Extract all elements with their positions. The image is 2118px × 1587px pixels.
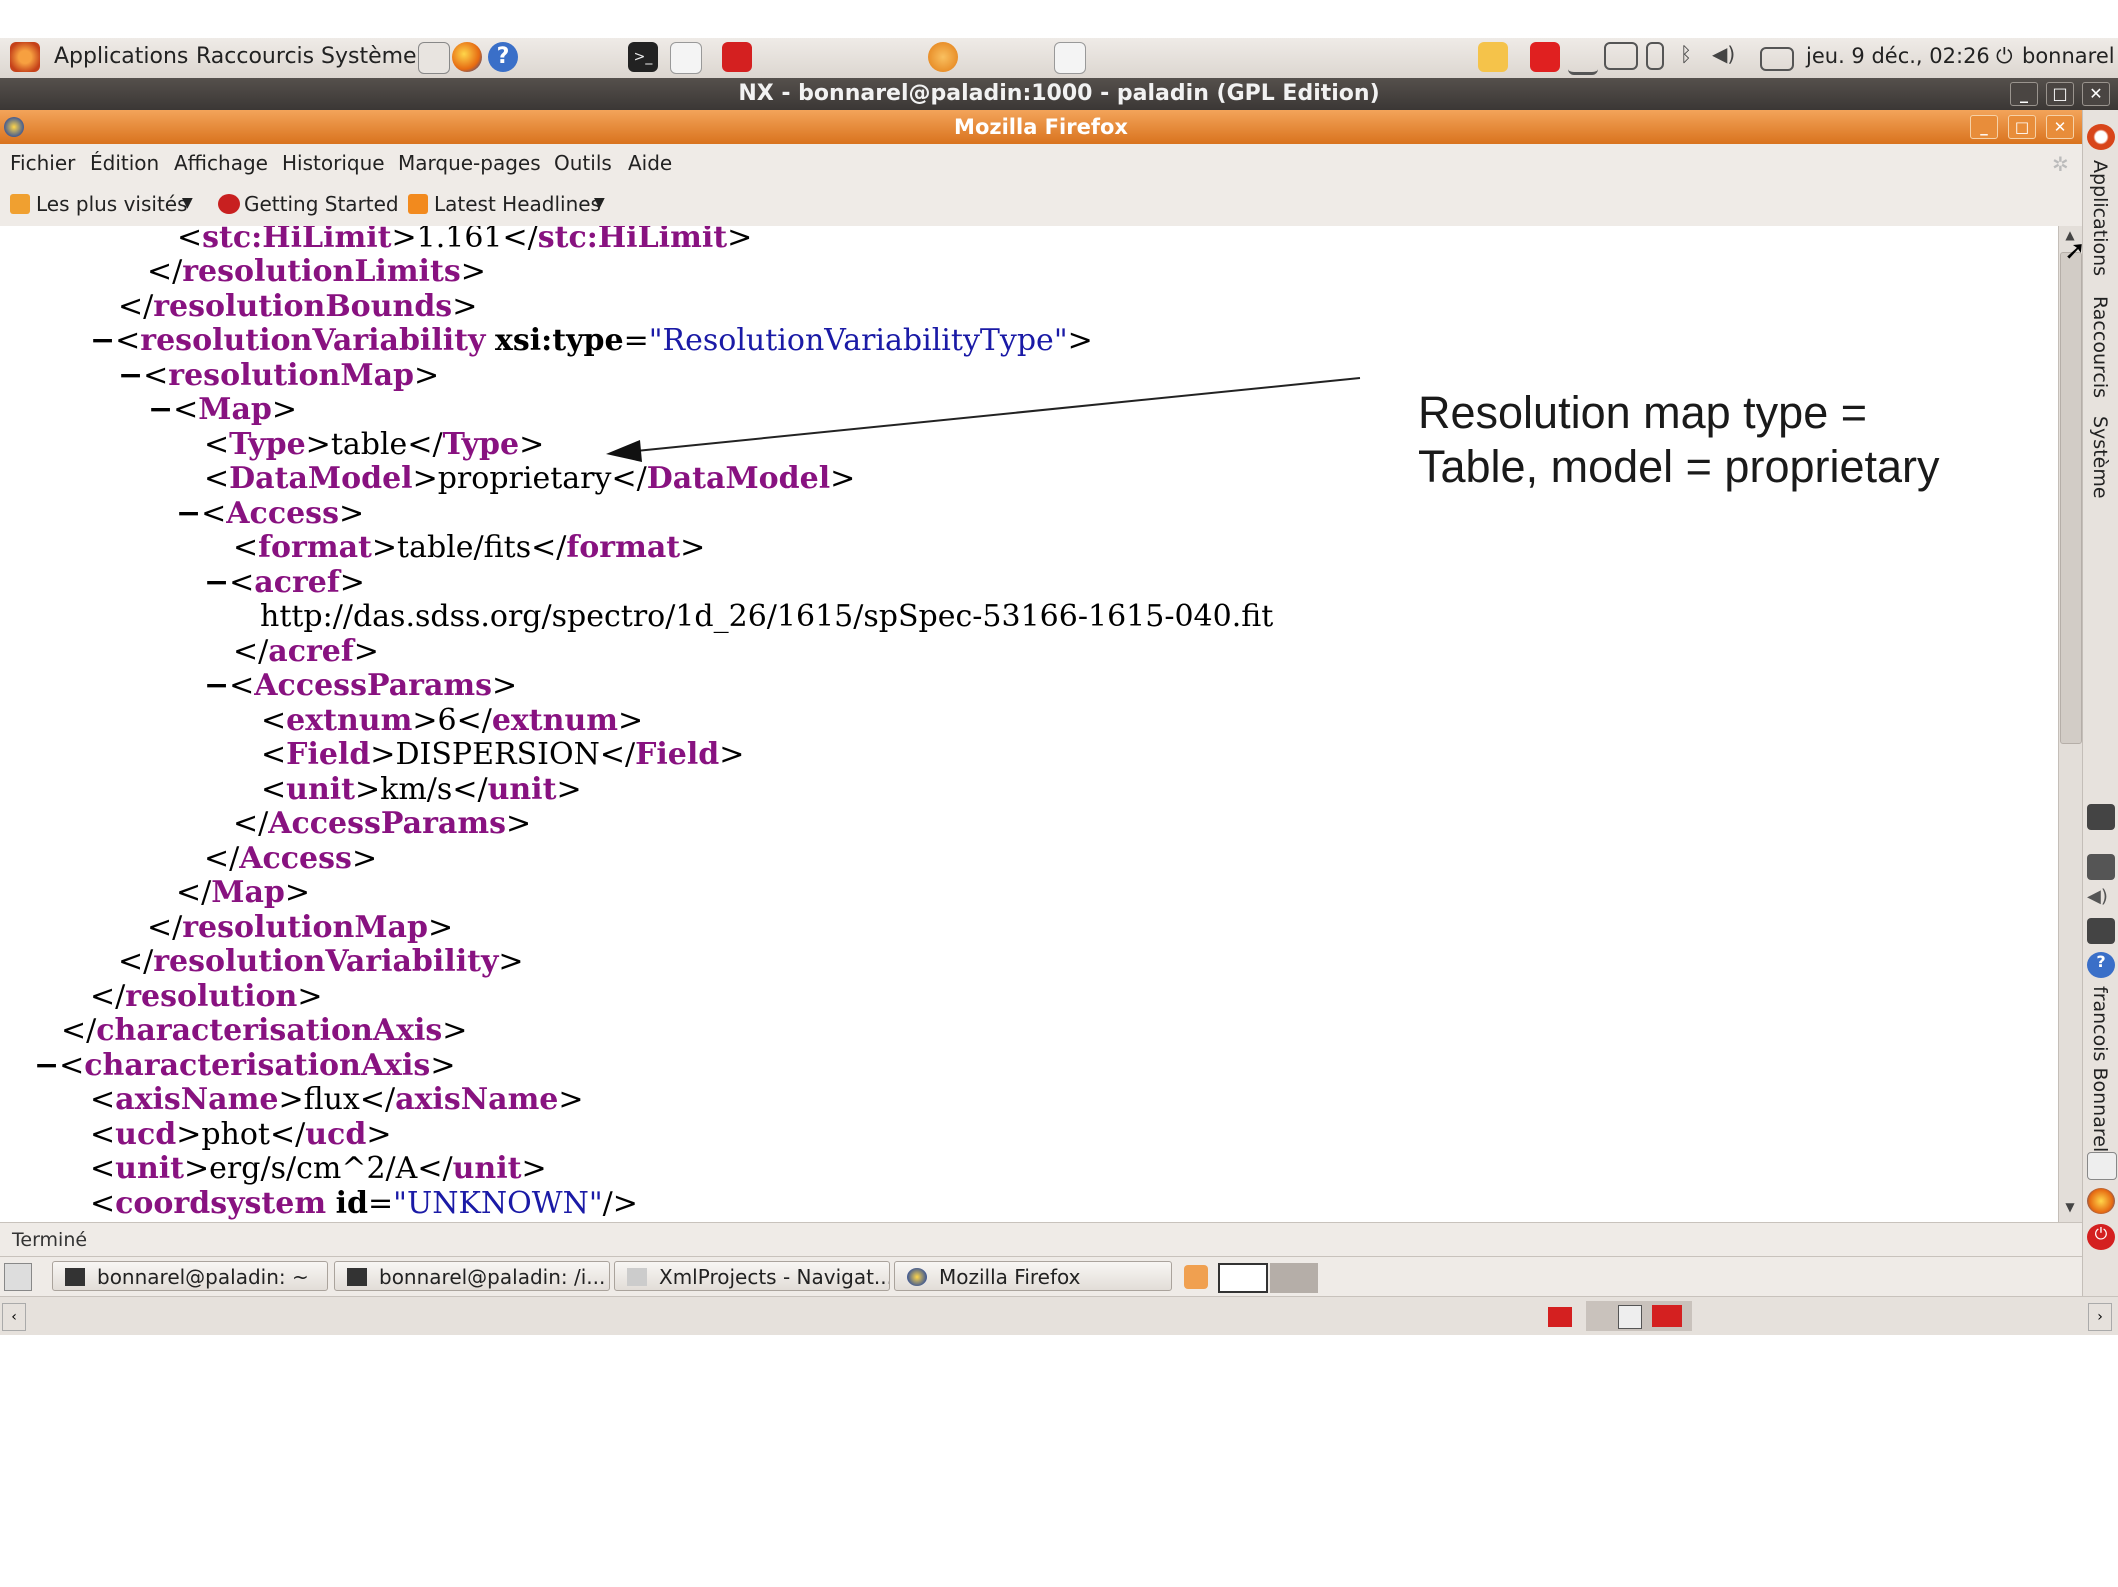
nx-launcher-icon[interactable]: [722, 42, 752, 72]
terminal-launcher-icon[interactable]: >_: [628, 42, 658, 72]
volume-icon[interactable]: ◀): [2087, 886, 2115, 912]
getting-started-icon: [218, 194, 240, 214]
nx-maximize-button[interactable]: □: [2046, 82, 2074, 106]
firefox-maximize-button[interactable]: □: [2008, 115, 2036, 139]
bookmark-les-plus-visites[interactable]: Les plus visités: [36, 192, 188, 216]
scrollbar-thumb[interactable]: [2060, 252, 2082, 744]
smart-folder-icon: [10, 194, 30, 214]
taskbar-item-firefox[interactable]: Mozilla Firefox: [894, 1261, 1172, 1291]
taskbar-item-terminal-2[interactable]: bonnarel@paladin: /i...: [334, 1261, 610, 1291]
firefox-window-title: Mozilla Firefox: [954, 115, 1128, 139]
side-username[interactable]: francois Bonnarel: [2089, 986, 2111, 1152]
menu-marque-pages[interactable]: Marque-pages: [398, 151, 541, 175]
network-signal-icon[interactable]: [1568, 42, 1598, 75]
scroll-down-arrow-icon[interactable]: ▼: [2062, 1200, 2078, 1218]
nx-minimize-button[interactable]: _: [2010, 82, 2038, 106]
update-notifier-icon[interactable]: [928, 42, 958, 72]
right-side-panel: Applications Raccourcis Système ◀) ? fra…: [2082, 110, 2118, 1296]
bottom-taskbar: bonnarel@paladin: ~ bonnarel@paladin: /i…: [0, 1256, 2082, 1297]
firefox-window-icon[interactable]: [4, 117, 24, 137]
terminal-icon[interactable]: [2087, 918, 2115, 944]
panel-menu-systeme[interactable]: Système: [321, 44, 417, 69]
side-menu-applications[interactable]: Applications: [2089, 160, 2111, 276]
show-desktop-icon[interactable]: [4, 1263, 32, 1291]
help-icon[interactable]: ?: [2087, 952, 2115, 978]
bookmark-latest-headlines[interactable]: Latest Headlines: [434, 192, 601, 216]
ubuntu-logo-icon[interactable]: [10, 42, 40, 72]
terminal-icon[interactable]: [2087, 804, 2115, 830]
status-text: Terminé: [12, 1229, 88, 1251]
menu-aide[interactable]: Aide: [628, 151, 672, 175]
firefox-minimize-button[interactable]: _: [1970, 115, 1998, 139]
rss-icon: [408, 194, 428, 214]
workspace-1[interactable]: [1218, 1263, 1268, 1293]
firefox-launcher-icon[interactable]: [452, 42, 482, 72]
document-launcher-icon[interactable]: [1054, 42, 1086, 74]
menu-affichage[interactable]: Affichage: [174, 151, 268, 175]
browser-window-icon: [627, 1268, 647, 1286]
nx-window-title: NX - bonnarel@paladin:1000 - paladin (GP…: [738, 81, 1380, 106]
panel-menu-applications[interactable]: Applications: [54, 44, 188, 69]
volume-icon[interactable]: ◀): [1712, 42, 1736, 72]
nx-bottom-bar: ‹ ›: [0, 1296, 2118, 1335]
mail-icon[interactable]: [2087, 1152, 2117, 1180]
bookmarks-toolbar: Les plus visités ▼ Getting Started Lates…: [0, 182, 2082, 227]
calendar-launcher-icon[interactable]: [418, 42, 450, 74]
terminal-icon: [65, 1268, 85, 1286]
nx-pager-active-icon[interactable]: [1652, 1305, 1682, 1327]
annotation-line: Table, model = proprietary: [1418, 441, 1940, 492]
firefox-titlebar: Mozilla Firefox _ □ ✕: [0, 110, 2082, 144]
panel-menu-raccourcis[interactable]: Raccourcis: [196, 44, 314, 69]
taskbar-item-terminal-1[interactable]: bonnarel@paladin: ~: [52, 1261, 328, 1291]
ubuntu-logo-icon[interactable]: [2087, 124, 2115, 150]
taskbar-item-xmlprojects[interactable]: XmlProjects - Navigat...: [614, 1261, 890, 1291]
chevron-right-icon[interactable]: ›: [2088, 1303, 2112, 1331]
throbber-icon: ✲: [2052, 152, 2069, 176]
nx-pager-cell[interactable]: [1618, 1305, 1642, 1329]
side-menu-raccourcis[interactable]: Raccourcis: [2089, 296, 2111, 398]
gnome-top-panel: Applications Raccourcis Système ? >_ ᛒ ◀…: [0, 38, 2118, 79]
annotation-line: Resolution map type =: [1418, 387, 1868, 438]
terminal-icon: [347, 1268, 367, 1286]
panel-clock[interactable]: jeu. 9 déc., 02:26: [1806, 44, 1990, 68]
display-icon[interactable]: [1604, 42, 1638, 70]
folder-icon[interactable]: [1478, 42, 1508, 72]
menu-fichier[interactable]: Fichier: [10, 151, 75, 175]
workspace-2[interactable]: [1270, 1263, 1318, 1293]
xml-document-view: <stc:HiLimit>1.161</stc:HiLimit> </resol…: [0, 226, 2058, 1222]
bookmark-getting-started[interactable]: Getting Started: [244, 192, 399, 216]
power-icon[interactable]: ⏻: [2087, 1224, 2115, 1250]
power-icon[interactable]: ⏻: [1996, 44, 2013, 69]
firefox-menubar: Fichier Édition Affichage Historique Mar…: [0, 144, 2082, 182]
annotation-callout: Resolution map type = Table, model = pro…: [1418, 386, 2018, 494]
menu-edition[interactable]: Édition: [90, 151, 159, 175]
chevron-down-icon[interactable]: ▼: [594, 195, 605, 211]
firefox-close-button[interactable]: ✕: [2046, 115, 2074, 139]
side-menu-systeme[interactable]: Système: [2089, 416, 2111, 499]
chevron-left-icon[interactable]: ‹: [2, 1303, 26, 1331]
help-launcher-icon[interactable]: ?: [488, 42, 518, 72]
display-icon[interactable]: [2087, 854, 2115, 880]
bluetooth-icon[interactable]: ᛒ: [1680, 42, 1696, 72]
alert-icon[interactable]: [1530, 42, 1560, 72]
nx-app-icon[interactable]: [1548, 1307, 1572, 1327]
firefox-icon: [907, 1268, 927, 1286]
chevron-down-icon[interactable]: ▼: [182, 195, 193, 211]
firefox-icon[interactable]: [2087, 1188, 2115, 1214]
annotation-arrow: [606, 377, 1361, 462]
menu-historique[interactable]: Historique: [282, 151, 385, 175]
menu-outils[interactable]: Outils: [554, 151, 612, 175]
trash-icon[interactable]: [1184, 1265, 1208, 1289]
status-bar: Terminé: [0, 1222, 2082, 1257]
nx-window-titlebar: NX - bonnarel@paladin:1000 - paladin (GP…: [0, 78, 2118, 110]
battery-icon[interactable]: [1646, 42, 1664, 70]
panel-username[interactable]: bonnarel: [2022, 44, 2115, 68]
text-editor-launcher-icon[interactable]: [670, 42, 702, 74]
mail-icon[interactable]: [1760, 47, 1794, 71]
nx-close-button[interactable]: ✕: [2082, 82, 2110, 106]
